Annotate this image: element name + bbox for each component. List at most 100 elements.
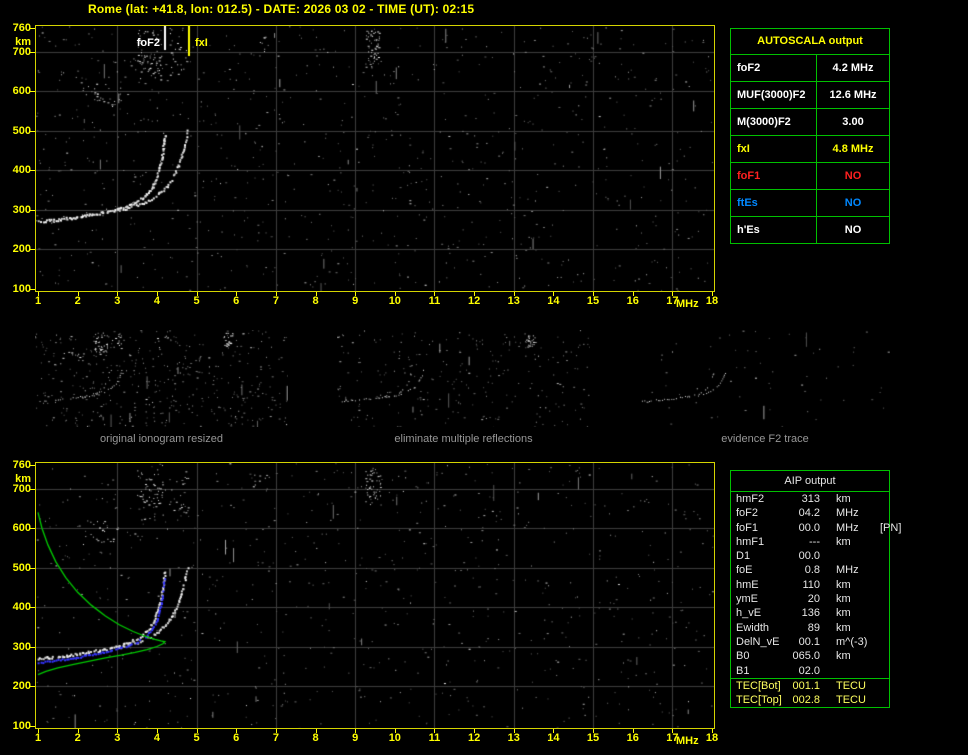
x-tick-mark (316, 292, 317, 296)
aip-row-unit: MHz (820, 563, 866, 577)
aip-row-label: foF2 (736, 506, 788, 520)
aip-row-note: [PN] (866, 521, 901, 535)
aip-row: hmF2313km (731, 492, 889, 506)
bottom-ionogram-plot (35, 462, 715, 729)
aip-row: B0065.0km (731, 649, 889, 663)
aip-row-unit: km (820, 606, 866, 620)
aip-row-label: hmE (736, 578, 788, 592)
autoscala-row-value: 3.00 (817, 109, 889, 135)
aip-row-label: ymE (736, 592, 788, 606)
x-tick-mark (197, 292, 198, 296)
aip-row: foF100.0MHz[PN] (731, 521, 889, 535)
x-tick-label: 18 (701, 295, 723, 307)
aip-row-value: 00.1 (788, 635, 820, 649)
aip-row: foF204.2MHz (731, 506, 889, 520)
y-tick-mark (30, 465, 35, 466)
x-tick-mark (395, 729, 396, 733)
aip-row-unit: MHz (820, 506, 866, 520)
aip-row-label: B1 (736, 664, 788, 678)
autoscala-row-label: MUF(3000)F2 (731, 82, 817, 108)
thumbnail-multiples-caption: eliminate multiple reflections (337, 433, 590, 445)
autoscala-row-value: 12.6 MHz (817, 82, 889, 108)
x-tick-label: 18 (701, 732, 723, 744)
x-axis-unit-label: MHz (676, 735, 699, 747)
y-tick-label: 600 (4, 522, 31, 534)
thumbnail-multiples-panel: eliminate multiple reflections (337, 330, 590, 445)
x-tick-mark (236, 729, 237, 733)
aip-row-unit: km (820, 578, 866, 592)
aip-row-value: 001.1 (788, 679, 820, 693)
aip-row-unit: MHz (820, 521, 866, 535)
x-tick-mark (633, 729, 634, 733)
y-tick-label: 300 (4, 641, 31, 653)
aip-row: foE0.8MHz (731, 563, 889, 577)
aip-row: B102.0 (731, 664, 889, 678)
autoscala-row-value: NO (817, 163, 889, 189)
x-tick-mark (712, 292, 713, 296)
aip-row-value: --- (788, 535, 820, 549)
x-tick-mark (633, 292, 634, 296)
x-tick-label: 4 (146, 732, 168, 744)
aip-row-unit: m^(-3) (820, 635, 867, 649)
x-tick-mark (117, 729, 118, 733)
x-axis-unit-label: MHz (676, 298, 699, 310)
y-tick-mark (30, 528, 35, 529)
aip-row-value: 313 (788, 492, 820, 506)
thumbnail-original-panel: original ionogram resized (35, 330, 288, 445)
x-tick-label: 11 (423, 732, 445, 744)
x-tick-mark (38, 292, 39, 296)
x-tick-label: 13 (503, 732, 525, 744)
x-tick-mark (395, 292, 396, 296)
y-tick-label: 200 (4, 680, 31, 692)
autoscala-row: ftEsNO (731, 190, 889, 217)
x-tick-label: 2 (67, 295, 89, 307)
y-tick-label: 100 (4, 283, 31, 295)
x-tick-mark (276, 729, 277, 733)
x-tick-mark (712, 729, 713, 733)
aip-row-note (866, 649, 889, 663)
y-tick-mark (30, 249, 35, 250)
aip-row-value: 065.0 (788, 649, 820, 663)
aip-row-note (866, 664, 889, 678)
x-tick-label: 3 (106, 732, 128, 744)
autoscala-row-label: ftEs (731, 190, 817, 216)
aip-row-note (867, 635, 889, 649)
top-ionogram-canvas (36, 26, 714, 291)
autoscala-row-label: foF1 (731, 163, 817, 189)
x-tick-label: 11 (423, 295, 445, 307)
aip-row-label: TEC[Bot] (736, 679, 788, 693)
autoscala-table-title: AUTOSCALA output (731, 29, 889, 55)
x-tick-label: 12 (463, 732, 485, 744)
y-tick-label: 400 (4, 164, 31, 176)
aip-row-unit (820, 664, 866, 678)
aip-row: DelN_vE00.1m^(-3) (731, 635, 889, 649)
aip-row: TEC[Bot]001.1TECU (731, 678, 889, 693)
autoscala-row-label: fxI (731, 136, 817, 162)
y-tick-mark (30, 28, 35, 29)
y-tick-mark (30, 568, 35, 569)
x-tick-mark (236, 292, 237, 296)
autoscala-row-value: NO (817, 190, 889, 216)
y-tick-label: 400 (4, 601, 31, 613)
aip-table-title: AIP output (731, 471, 889, 492)
y-tick-mark (30, 489, 35, 490)
aip-row-label: D1 (736, 549, 788, 563)
x-tick-label: 1 (27, 732, 49, 744)
x-tick-mark (434, 729, 435, 733)
x-tick-mark (672, 292, 673, 296)
x-tick-mark (197, 729, 198, 733)
autoscala-screen: Rome (lat: +41.8, lon: 012.5) - DATE: 20… (0, 0, 968, 755)
x-tick-label: 6 (225, 295, 247, 307)
y-tick-label: 200 (4, 243, 31, 255)
thumbnail-multiples-canvas (337, 330, 590, 427)
autoscala-row: foF1NO (731, 163, 889, 190)
fxI-marker-label: fxI (195, 37, 208, 49)
autoscala-row-label: h'Es (731, 217, 817, 243)
thumbnail-f2trace-panel: evidence F2 trace (640, 330, 890, 445)
y-tick-mark (30, 647, 35, 648)
y-tick-mark (30, 726, 35, 727)
aip-row-unit (820, 549, 866, 563)
x-tick-label: 8 (305, 295, 327, 307)
autoscala-table: AUTOSCALA output foF24.2 MHzMUF(3000)F21… (730, 28, 890, 244)
foF2-marker-label: foF2 (124, 37, 160, 49)
